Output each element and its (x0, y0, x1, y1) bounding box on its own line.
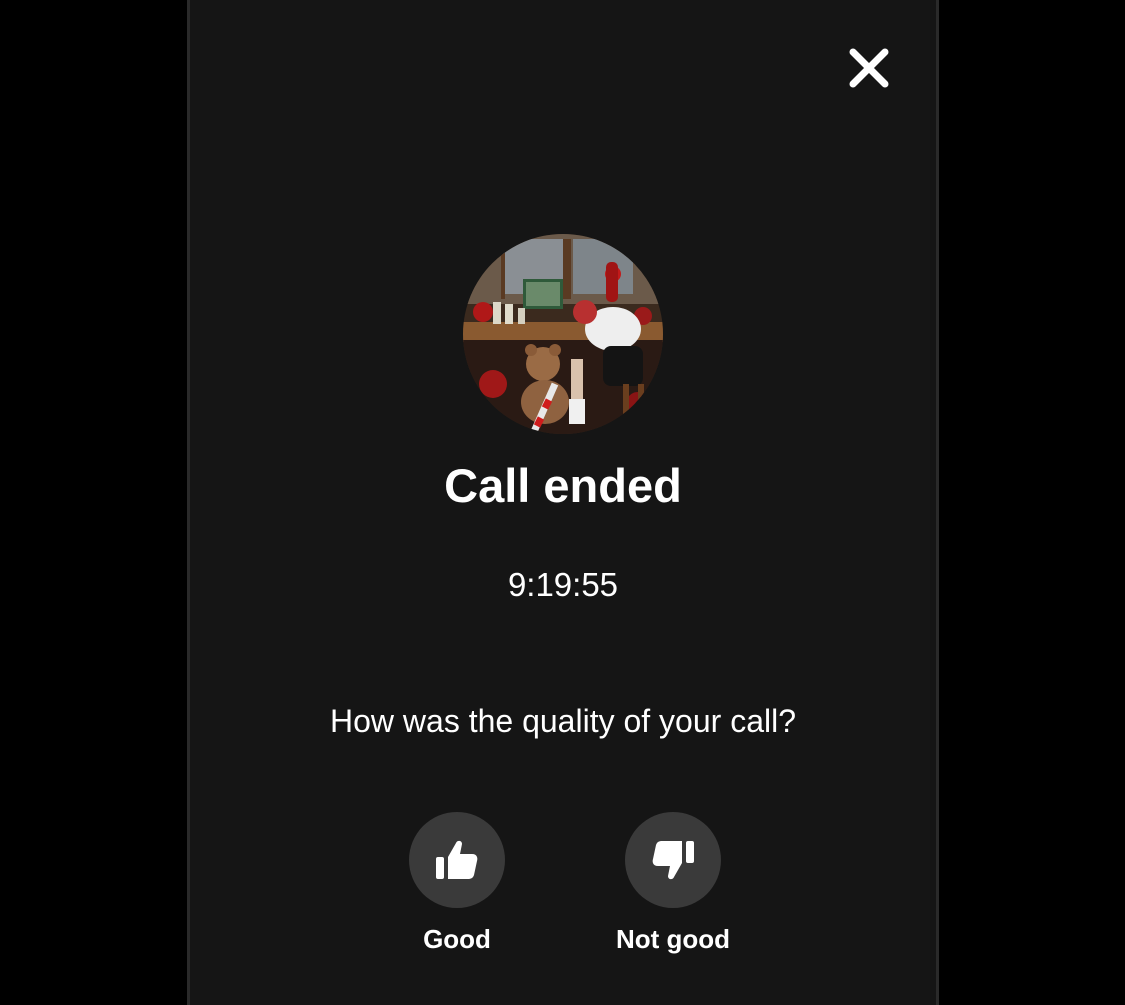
not-good-feedback-button[interactable]: Not good (583, 812, 763, 956)
good-feedback-label: Good (423, 924, 491, 954)
avatar (463, 234, 663, 434)
feedback-question: How was the quality of your call? (330, 703, 796, 739)
good-feedback-button[interactable]: Good (367, 812, 547, 956)
not-good-feedback-circle[interactable] (625, 812, 721, 908)
call-duration: 9:19:55 (507, 566, 619, 603)
call-status-title: Call ended (444, 459, 682, 512)
good-feedback-circle[interactable] (409, 812, 505, 908)
thumbs-up-icon (436, 840, 478, 879)
thumbs-down-icon (652, 841, 694, 880)
not-good-feedback-label: Not good (615, 924, 731, 954)
close-button[interactable] (845, 44, 893, 92)
close-icon (849, 48, 889, 88)
call-ended-panel: Call ended 9:19:55 How was the quality o… (187, 0, 939, 1005)
